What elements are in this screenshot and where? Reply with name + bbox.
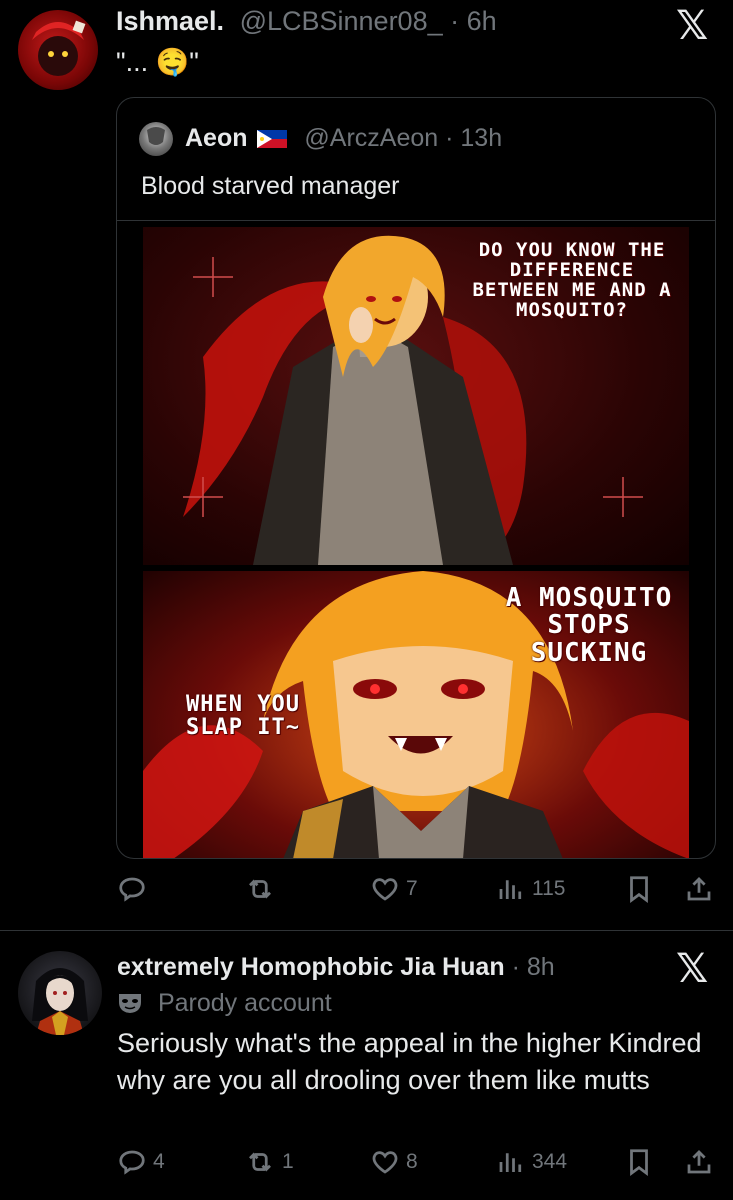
parody-label: Parody account [157,989,332,1017]
share-button[interactable] [684,1147,714,1177]
tweet-2[interactable]: extremely Homophobic Jia Huan · 8h 𝕏 Par… [0,931,733,1200]
display-name[interactable]: Ishmael. [116,6,224,36]
repost-icon [249,879,271,899]
timestamp[interactable]: · 6h [450,6,497,36]
views-icon [499,1153,522,1172]
quoted-tweet[interactable]: Aeon @ArczAeon · 13h Blood starved manag… [116,97,716,859]
avatar[interactable] [18,951,102,1035]
timestamp[interactable]: · 8h [512,953,555,981]
reply-icon [119,1150,145,1175]
tweet-text: Seriously what's the appeal in the highe… [117,1028,702,1095]
tweet-text: "... 🤤" [116,47,199,77]
like-count: 8 [406,1150,418,1173]
repost-button[interactable] [244,874,282,904]
quote-timestamp: · 13h [445,124,503,152]
speech-text-2: A MOSQUITO STOPS SUCKING [505,583,673,668]
views-button[interactable]: 344 [496,1147,567,1177]
bookmark-button[interactable] [624,1147,654,1177]
flag-icon [257,126,288,148]
repost-button[interactable]: 1 [244,1147,294,1177]
handle[interactable]: @LCBSinner08_ [240,6,443,36]
views-button[interactable]: 115 [496,874,565,904]
reply-count: 4 [153,1150,165,1173]
quote-display-name: Aeon [185,124,248,152]
quote-handle: @ArczAeon [304,124,439,152]
reply-button[interactable] [117,874,153,904]
repost-count: 1 [282,1150,294,1173]
reply-button[interactable]: 4 [117,1147,165,1177]
bookmark-icon [630,876,648,903]
bookmark-button[interactable] [624,874,654,904]
comic-panel-2: A MOSQUITO STOPS SUCKING WHEN YOU SLAP I… [143,571,689,858]
share-icon [687,877,711,901]
heart-icon [372,1151,398,1174]
reply-icon [119,877,145,902]
x-logo-icon[interactable]: 𝕏 [676,949,708,989]
like-count: 7 [406,877,418,900]
avatar[interactable] [18,10,98,90]
like-button[interactable]: 7 [370,874,418,904]
display-name[interactable]: extremely Homophobic Jia Huan [117,953,505,981]
speech-text-3: WHEN YOU SLAP IT~ [186,692,300,741]
bookmark-icon [630,1149,648,1176]
heart-icon [372,878,398,901]
repost-icon [249,1152,271,1172]
views-icon [499,880,522,899]
share-icon [687,1150,711,1174]
share-button[interactable] [684,874,714,904]
quote-avatar [139,122,173,156]
quote-media[interactable]: DO YOU KNOW THE DIFFERENCE BETWEEN ME AN… [117,220,715,858]
speech-text-1: DO YOU KNOW THE DIFFERENCE BETWEEN ME AN… [472,239,672,321]
parody-mask-icon [117,992,143,1014]
x-logo-icon[interactable]: 𝕏 [676,6,708,46]
quote-text: Blood starved manager [141,172,400,200]
views-count: 115 [532,877,566,900]
views-count: 344 [532,1150,568,1173]
like-button[interactable]: 8 [370,1147,418,1177]
tweet-1[interactable]: Ishmael. @LCBSinner08_ · 6h 𝕏 "... 🤤" Ae… [0,0,733,930]
comic-panel-1: DO YOU KNOW THE DIFFERENCE BETWEEN ME AN… [143,227,689,565]
